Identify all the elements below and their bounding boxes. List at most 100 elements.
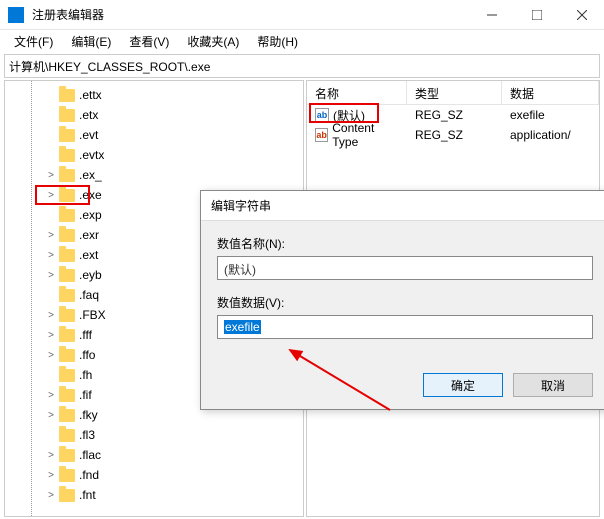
folder-icon — [59, 129, 75, 142]
folder-icon — [59, 409, 75, 422]
folder-icon — [59, 369, 75, 382]
chevron-right-icon[interactable]: > — [45, 390, 57, 401]
tree-item-label: .evtx — [79, 148, 104, 162]
folder-icon — [59, 349, 75, 362]
tree-item-label: .fl3 — [79, 428, 95, 442]
tree-item-label: .evt — [79, 128, 98, 142]
tree-item-label: .fif — [79, 388, 92, 402]
address-bar[interactable]: 计算机\HKEY_CLASSES_ROOT\.exe — [4, 54, 600, 78]
maximize-button[interactable] — [514, 0, 559, 30]
dialog-titlebar[interactable]: 编辑字符串 — [201, 191, 604, 221]
list-row[interactable]: abContent TypeREG_SZapplication/ — [307, 125, 599, 145]
chevron-right-icon[interactable]: > — [45, 170, 57, 181]
tree-item[interactable]: >.ettx — [5, 85, 303, 105]
col-name[interactable]: 名称 — [307, 81, 407, 104]
value-data: application/ — [502, 128, 599, 142]
folder-icon — [59, 469, 75, 482]
folder-icon — [59, 189, 75, 202]
tree-item-label: .ffo — [79, 348, 95, 362]
value-data-label: 数值数据(V): — [217, 294, 593, 311]
chevron-right-icon[interactable]: > — [45, 470, 57, 481]
folder-icon — [59, 389, 75, 402]
dialog-title-text: 编辑字符串 — [211, 197, 271, 214]
cancel-button[interactable]: 取消 — [513, 373, 593, 397]
folder-icon — [59, 449, 75, 462]
tree-item-label: .exp — [79, 208, 102, 222]
titlebar: 注册表编辑器 — [0, 0, 604, 30]
tree-item-label: .eyb — [79, 268, 102, 282]
tree-item-label: .FBX — [79, 308, 106, 322]
chevron-right-icon[interactable]: > — [45, 230, 57, 241]
col-data[interactable]: 数据 — [502, 81, 599, 104]
chevron-right-icon[interactable]: > — [45, 450, 57, 461]
chevron-right-icon[interactable]: > — [45, 190, 57, 201]
chevron-right-icon[interactable]: > — [45, 270, 57, 281]
tree-item[interactable]: > .ex_ — [5, 165, 303, 185]
tree-item[interactable]: > .fnd — [5, 465, 303, 485]
edit-string-dialog: 编辑字符串 数值名称(N): (默认) 数值数据(V): exefile 确定 … — [200, 190, 604, 410]
folder-icon — [59, 489, 75, 502]
value-name-label: 数值名称(N): — [217, 235, 593, 252]
folder-icon — [59, 289, 75, 302]
window-title: 注册表编辑器 — [32, 6, 469, 23]
minimize-button[interactable] — [469, 0, 514, 30]
menu-help[interactable]: 帮助(H) — [249, 31, 306, 52]
tree-item-label: .fff — [79, 328, 92, 342]
tree-item[interactable]: >.etx — [5, 105, 303, 125]
tree-item-label: .etx — [79, 108, 98, 122]
tree-item[interactable]: > .fnt — [5, 485, 303, 505]
value-data: exefile — [502, 108, 599, 122]
tree-item[interactable]: >.fl3 — [5, 425, 303, 445]
chevron-right-icon[interactable]: > — [45, 490, 57, 501]
tree-item[interactable]: >.evt — [5, 125, 303, 145]
chevron-right-icon[interactable]: > — [45, 310, 57, 321]
folder-icon — [59, 429, 75, 442]
folder-icon — [59, 149, 75, 162]
tree-item-label: .ex_ — [79, 168, 102, 182]
tree-item-label: .flac — [79, 448, 101, 462]
tree-item[interactable]: > .flac — [5, 445, 303, 465]
ok-button[interactable]: 确定 — [423, 373, 503, 397]
menubar: 文件(F) 编辑(E) 查看(V) 收藏夹(A) 帮助(H) — [0, 30, 604, 52]
menu-favorites[interactable]: 收藏夹(A) — [179, 31, 247, 52]
folder-icon — [59, 329, 75, 342]
value-name: Content Type — [332, 121, 399, 149]
chevron-right-icon[interactable]: > — [45, 410, 57, 421]
chevron-right-icon[interactable]: > — [45, 350, 57, 361]
value-type: REG_SZ — [407, 108, 502, 122]
tree-item-label: .exr — [79, 228, 99, 242]
folder-icon — [59, 109, 75, 122]
window-controls — [469, 0, 604, 30]
tree-item-label: .ettx — [79, 88, 102, 102]
menu-edit[interactable]: 编辑(E) — [63, 31, 119, 52]
tree-item[interactable]: >.evtx — [5, 145, 303, 165]
value-data-field[interactable]: exefile — [217, 315, 593, 339]
tree-item-label: .fh — [79, 368, 92, 382]
tree-item-label: .fnt — [79, 488, 96, 502]
folder-icon — [59, 89, 75, 102]
tree-item-label: .fky — [79, 408, 98, 422]
folder-icon — [59, 169, 75, 182]
folder-icon — [59, 249, 75, 262]
address-text: 计算机\HKEY_CLASSES_ROOT\.exe — [9, 58, 210, 75]
reg-string-icon: ab — [315, 128, 328, 142]
close-button[interactable] — [559, 0, 604, 30]
folder-icon — [59, 309, 75, 322]
list-body: ab(默认)REG_SZexefileabContent TypeREG_SZa… — [307, 105, 599, 145]
menu-file[interactable]: 文件(F) — [6, 31, 61, 52]
chevron-right-icon[interactable]: > — [45, 250, 57, 261]
col-type[interactable]: 类型 — [407, 81, 502, 104]
app-icon — [8, 7, 24, 23]
tree-item-label: .exe — [79, 188, 102, 202]
list-header: 名称 类型 数据 — [307, 81, 599, 105]
folder-icon — [59, 269, 75, 282]
value-type: REG_SZ — [407, 128, 502, 142]
tree-item-label: .fnd — [79, 468, 99, 482]
reg-string-icon: ab — [315, 108, 329, 122]
tree-item-label: .faq — [79, 288, 99, 302]
folder-icon — [59, 229, 75, 242]
folder-icon — [59, 209, 75, 222]
chevron-right-icon[interactable]: > — [45, 330, 57, 341]
menu-view[interactable]: 查看(V) — [121, 31, 177, 52]
value-name-field[interactable]: (默认) — [217, 256, 593, 280]
